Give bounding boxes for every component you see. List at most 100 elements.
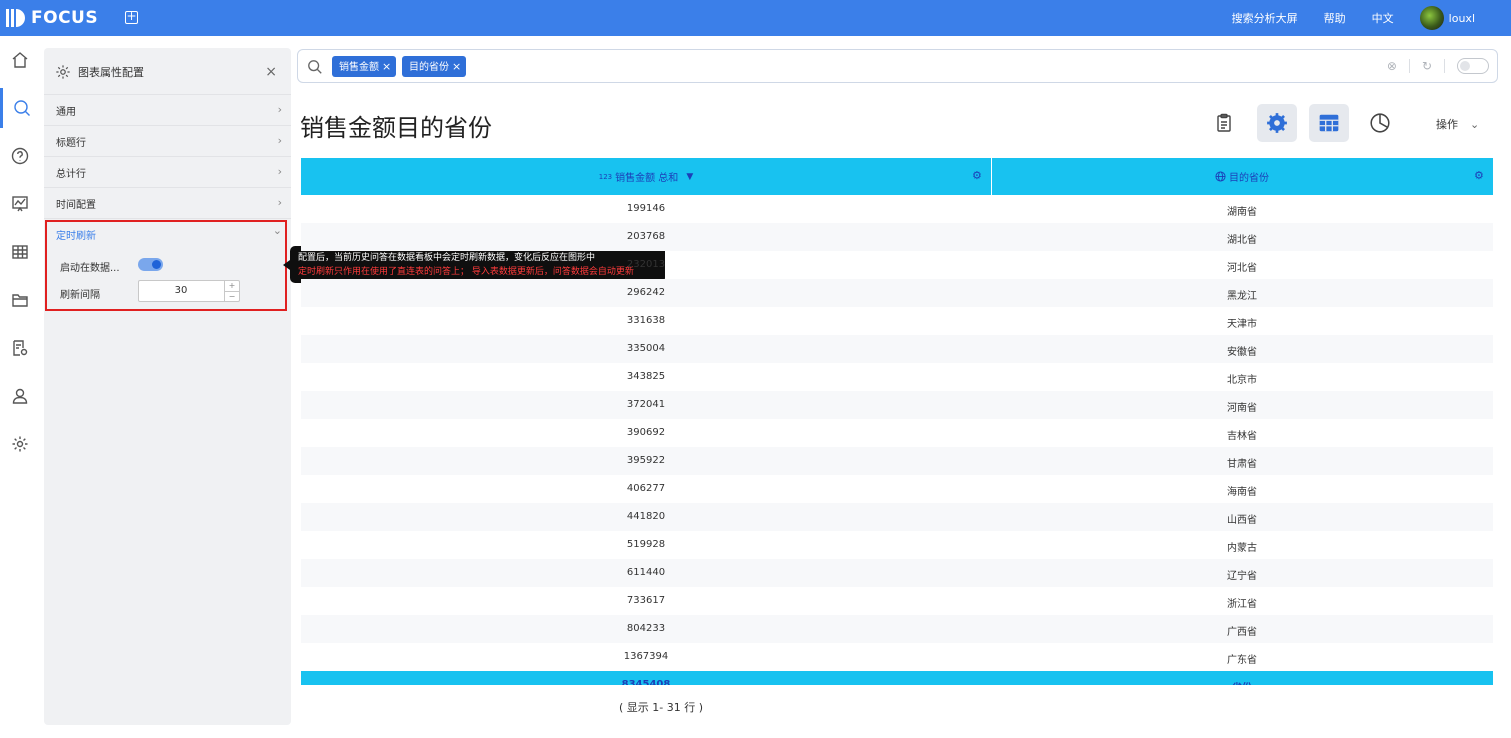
province-cell: 河南省 — [1227, 403, 1257, 414]
table-row[interactable]: 395922 甘肃省 — [301, 447, 1493, 475]
search-chip-sales-amount[interactable]: 销售金额 × — [332, 56, 396, 77]
chart-board-icon — [12, 196, 28, 212]
section-title-row[interactable]: 标题行 › — [44, 125, 291, 156]
add-tab-icon[interactable]: + — [125, 10, 138, 24]
table-row[interactable]: 232013 河北省 — [301, 251, 1493, 279]
search-mode-toggle[interactable] — [1457, 58, 1489, 74]
search-icon — [308, 60, 322, 74]
table-row[interactable]: 296242 黑龙江 — [301, 279, 1493, 307]
refresh-interval-value: 30 — [174, 285, 188, 296]
nav-settings[interactable] — [0, 424, 40, 464]
close-icon[interactable]: × — [452, 60, 461, 73]
help-link[interactable]: 帮助 — [1324, 10, 1346, 26]
table-row[interactable]: 611440 辽宁省 — [301, 559, 1493, 587]
province-cell: 湖北省 — [1227, 235, 1257, 246]
province-cell: 广西省 — [1227, 627, 1257, 638]
close-icon[interactable]: × — [382, 60, 391, 73]
gear-icon — [56, 65, 70, 79]
province-cell: 吉林省 — [1227, 431, 1257, 442]
increment-button[interactable]: + — [225, 281, 239, 291]
chevron-right-icon: › — [277, 134, 282, 147]
table-row[interactable]: 519928 内蒙古 — [301, 531, 1493, 559]
sales-amount-cell: 395922 — [626, 455, 666, 466]
table-header: 123 销售金额 总和 ▼ ⚙ 目的省份 ⚙ — [301, 158, 1493, 195]
column-header-province[interactable]: 目的省份 — [991, 158, 1493, 195]
column-header-sales[interactable]: 123 销售金额 总和 ▼ — [301, 158, 991, 195]
table-row[interactable]: 406277 海南省 — [301, 475, 1493, 503]
section-label: 通用 — [56, 106, 76, 118]
refresh-icon[interactable]: ↻ — [1422, 59, 1432, 73]
panel-header: 图表属性配置 — [44, 48, 291, 96]
quantity-stepper[interactable]: + − — [224, 281, 239, 301]
nav-help[interactable] — [0, 136, 40, 176]
decrement-button[interactable]: − — [225, 291, 239, 301]
sales-amount-cell: 203768 — [626, 231, 666, 242]
chevron-right-icon: › — [277, 196, 282, 209]
search-bar[interactable]: 销售金额 × 目的省份 × ⊗ ↻ — [297, 49, 1498, 83]
logo-text: FOCUS — [31, 8, 99, 28]
chart-config-panel: 图表属性配置 × 通用 › 标题行 › 总计行 › 时间配置 › 定时刷新 ⌄ — [44, 48, 291, 725]
section-time-config[interactable]: 时间配置 › — [44, 187, 291, 218]
gear-icon[interactable]: ⚙ — [1474, 169, 1484, 182]
clipboard-icon — [1217, 113, 1231, 132]
sales-amount-cell: 406277 — [626, 483, 666, 494]
language-link[interactable]: 中文 — [1372, 10, 1394, 26]
username[interactable]: louxl — [1449, 12, 1475, 25]
table-row[interactable]: 1367394 广东省 — [301, 643, 1493, 671]
province-cell: 内蒙古 — [1227, 543, 1257, 554]
analysis-screen-link[interactable]: 搜索分析大屏 — [1232, 10, 1298, 26]
gear-icon[interactable]: ⚙ — [972, 169, 982, 182]
search-chip-province[interactable]: 目的省份 × — [402, 56, 466, 77]
table-row[interactable]: 390692 吉林省 — [301, 419, 1493, 447]
table-row[interactable]: 199146 湖南省 — [301, 195, 1493, 223]
table-row[interactable]: 331638 天津市 — [301, 307, 1493, 335]
avatar[interactable] — [1419, 6, 1444, 30]
sales-amount-cell: 232013 — [626, 259, 666, 270]
page-title: 销售金额目的省份 — [300, 114, 492, 142]
table-row[interactable]: 343825 北京市 — [301, 363, 1493, 391]
nav-dashboard[interactable] — [0, 184, 40, 224]
operations-menu[interactable]: 操作 ⌄ — [1436, 116, 1479, 132]
table-view-button[interactable] — [1309, 104, 1349, 142]
section-total-row[interactable]: 总计行 › — [44, 156, 291, 187]
top-bar: FOCUS + 搜索分析大屏 帮助 中文 louxl — [0, 0, 1511, 36]
nav-task[interactable] — [0, 328, 40, 368]
chevron-right-icon: › — [277, 103, 282, 116]
logo[interactable]: FOCUS — [6, 8, 98, 28]
nav-folder[interactable] — [0, 280, 40, 320]
refresh-interval-input[interactable]: 30 + − — [138, 280, 240, 302]
province-cell: 辽宁省 — [1227, 571, 1257, 582]
globe-icon — [1215, 171, 1226, 182]
table-row[interactable]: 804233 广西省 — [301, 615, 1493, 643]
sales-amount-cell: 296242 — [626, 287, 666, 298]
table-row[interactable]: 372041 河南省 — [301, 391, 1493, 419]
table-row[interactable]: 441820 山西省 — [301, 503, 1493, 531]
chart-settings-button[interactable] — [1257, 104, 1297, 142]
sales-amount-cell: 335004 — [626, 343, 666, 354]
nav-user[interactable] — [0, 376, 40, 416]
sales-amount-cell: 331638 — [626, 315, 666, 326]
province-cell: 山西省 — [1227, 515, 1257, 526]
sort-desc-icon[interactable]: ▼ — [686, 172, 693, 182]
province-cell: 浙江省 — [1227, 599, 1257, 610]
panel-title: 图表属性配置 — [78, 66, 144, 79]
province-cell: 北京市 — [1227, 375, 1257, 386]
table-row[interactable]: 335004 安徽省 — [301, 335, 1493, 363]
enable-refresh-toggle[interactable] — [138, 258, 163, 271]
pie-chart-icon — [1370, 113, 1390, 133]
close-icon[interactable]: × — [265, 64, 277, 80]
nav-home[interactable] — [0, 40, 40, 80]
total-label: 省份 — [991, 679, 1493, 685]
clipboard-button[interactable] — [1204, 104, 1244, 142]
table-row[interactable]: 203768 湖北省 — [301, 223, 1493, 251]
folder-icon — [12, 294, 28, 307]
nav-table[interactable] — [0, 232, 40, 272]
column-header-label: 销售金额 总和 — [615, 173, 679, 184]
total-value: 8345408 — [621, 679, 671, 685]
table-row[interactable]: 733617 浙江省 — [301, 587, 1493, 615]
section-general[interactable]: 通用 › — [44, 94, 291, 125]
row-count: ( 显示 1- 31 行 ) — [619, 701, 704, 714]
nav-search[interactable] — [0, 88, 40, 128]
clear-icon[interactable]: ⊗ — [1387, 59, 1397, 73]
pie-chart-button[interactable] — [1360, 104, 1400, 142]
